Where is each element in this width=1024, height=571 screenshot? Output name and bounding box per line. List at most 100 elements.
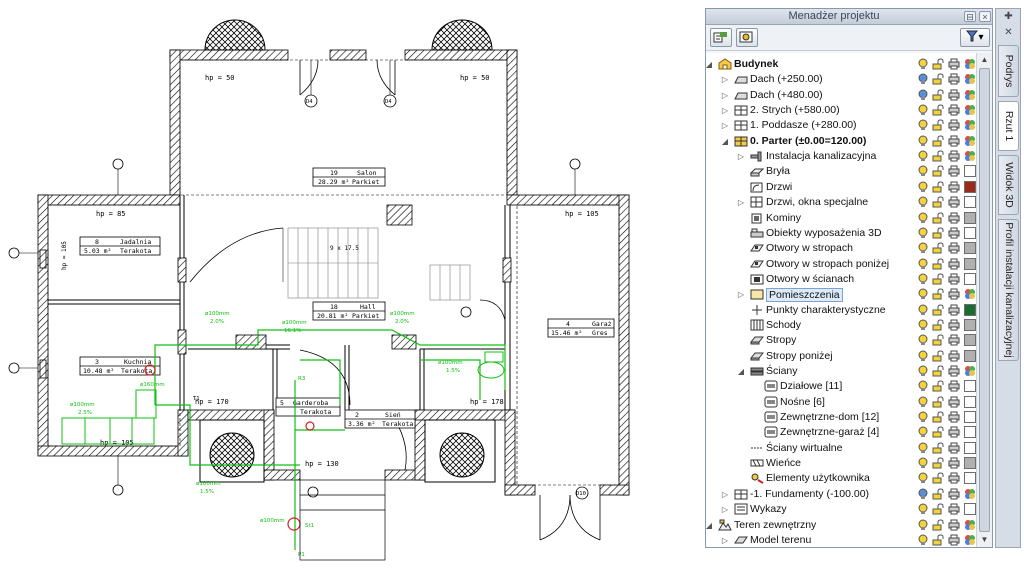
tree-item[interactable]: Zewnętrzne-dom [12]	[706, 410, 976, 425]
visibility-bulb-icon[interactable]	[917, 89, 929, 101]
tab-widok-3d[interactable]: Widok 3D	[998, 155, 1019, 215]
tree-item[interactable]: Bryła	[706, 164, 976, 179]
tree-item[interactable]: Schody	[706, 318, 976, 333]
tab-rzut-1[interactable]: Rzut 1	[998, 101, 1019, 151]
lock-icon[interactable]	[932, 196, 944, 208]
expand-icon[interactable]: ▷	[720, 487, 730, 502]
color-swatch[interactable]	[964, 196, 976, 209]
color-palette-icon[interactable]	[964, 488, 976, 500]
expand-icon[interactable]: ▷	[736, 195, 746, 210]
printer-icon[interactable]	[948, 135, 960, 147]
printer-icon[interactable]	[948, 242, 960, 254]
lock-icon[interactable]	[932, 319, 944, 331]
tree-item[interactable]: Stropy	[706, 333, 976, 348]
pin-icon[interactable]: ✚	[1002, 11, 1015, 23]
printer-icon[interactable]	[948, 519, 960, 531]
color-swatch[interactable]	[964, 349, 976, 362]
visibility-bulb-icon[interactable]	[917, 411, 929, 423]
printer-icon[interactable]	[948, 227, 960, 239]
printer-icon[interactable]	[948, 150, 960, 162]
color-swatch[interactable]	[964, 411, 976, 424]
lock-icon[interactable]	[932, 165, 944, 177]
lock-icon[interactable]	[932, 534, 944, 546]
scroll-down-icon[interactable]: ▼	[977, 533, 992, 547]
close-icon[interactable]: ✕	[1002, 27, 1015, 39]
tree-item[interactable]: Nośne [6]	[706, 395, 976, 410]
visibility-bulb-icon[interactable]	[917, 334, 929, 346]
printer-icon[interactable]	[948, 288, 960, 300]
visibility-bulb-icon[interactable]	[917, 227, 929, 239]
lock-icon[interactable]	[932, 426, 944, 438]
panel-titlebar[interactable]: Menadżer projektu ⊟ ×	[706, 9, 992, 25]
color-palette-icon[interactable]	[964, 119, 976, 131]
color-swatch[interactable]	[964, 334, 976, 347]
visibility-bulb-icon[interactable]	[917, 104, 929, 116]
color-swatch[interactable]	[964, 318, 976, 331]
printer-icon[interactable]	[948, 89, 960, 101]
visibility-bulb-icon[interactable]	[917, 396, 929, 408]
printer-icon[interactable]	[948, 58, 960, 70]
lock-icon[interactable]	[932, 135, 944, 147]
tree-options-button[interactable]	[710, 28, 732, 47]
tree-item[interactable]: ◢ Budynek	[706, 57, 976, 72]
visibility-bulb-icon[interactable]	[917, 165, 929, 177]
tree-scrollbar[interactable]: ▲ ▼	[976, 53, 992, 547]
printer-icon[interactable]	[948, 196, 960, 208]
tree-item[interactable]: ▷ Model terenu	[706, 533, 976, 548]
color-swatch[interactable]	[964, 457, 976, 470]
visibility-bulb-icon[interactable]	[917, 426, 929, 438]
visibility-bulb-icon[interactable]	[917, 73, 929, 85]
visibility-bulb-icon[interactable]	[917, 135, 929, 147]
printer-icon[interactable]	[948, 334, 960, 346]
color-palette-icon[interactable]	[964, 365, 976, 377]
filter-dropdown-button[interactable]: ▾	[960, 28, 990, 47]
expand-icon[interactable]: ▷	[736, 149, 746, 164]
scroll-thumb[interactable]	[979, 68, 990, 532]
printer-icon[interactable]	[948, 457, 960, 469]
expand-icon[interactable]: ▷	[720, 533, 730, 548]
visibility-bulb-icon[interactable]	[917, 196, 929, 208]
visibility-bulb-icon[interactable]	[917, 488, 929, 500]
printer-icon[interactable]	[948, 319, 960, 331]
tree-item[interactable]: ▷ Pomieszczenia	[706, 287, 976, 303]
lock-icon[interactable]	[932, 73, 944, 85]
visibility-bulb-icon[interactable]	[917, 380, 929, 392]
visibility-bulb-icon[interactable]	[917, 365, 929, 377]
tree-item[interactable]: ▷ Dach (+480.00)	[706, 88, 976, 103]
lock-icon[interactable]	[932, 457, 944, 469]
color-palette-icon[interactable]	[964, 288, 976, 300]
color-palette-icon[interactable]	[964, 519, 976, 531]
lock-icon[interactable]	[932, 396, 944, 408]
color-swatch[interactable]	[964, 395, 976, 408]
project-tree[interactable]: ◢ Budynek ▷ Dach (+250.00) ▷ Dach (+480.00) ▷ 2…	[706, 53, 992, 547]
tree-item[interactable]: Stropy poniżej	[706, 349, 976, 364]
lock-icon[interactable]	[932, 58, 944, 70]
printer-icon[interactable]	[948, 304, 960, 316]
visibility-bulb-icon[interactable]	[917, 212, 929, 224]
printer-icon[interactable]	[948, 273, 960, 285]
printer-icon[interactable]	[948, 73, 960, 85]
printer-icon[interactable]	[948, 442, 960, 454]
collapse-icon[interactable]: ◢	[704, 518, 714, 533]
color-palette-icon[interactable]	[964, 58, 976, 70]
expand-icon[interactable]: ▷	[720, 118, 730, 133]
color-palette-icon[interactable]	[964, 534, 976, 546]
printer-icon[interactable]	[948, 119, 960, 131]
visibility-bulb-icon[interactable]	[917, 181, 929, 193]
tree-item[interactable]: ◢ 0. Parter (±0.00=120.00)	[706, 134, 976, 149]
printer-icon[interactable]	[948, 350, 960, 362]
visibility-bulb-icon[interactable]	[917, 304, 929, 316]
tree-item[interactable]: Działowe [11]	[706, 379, 976, 394]
lock-icon[interactable]	[932, 227, 944, 239]
lock-icon[interactable]	[932, 150, 944, 162]
visibility-bulb-icon[interactable]	[917, 519, 929, 531]
tree-item[interactable]: ▷ -1. Fundamenty (-100.00)	[706, 487, 976, 502]
printer-icon[interactable]	[948, 534, 960, 546]
printer-icon[interactable]	[948, 426, 960, 438]
tree-item[interactable]: Obiekty wyposażenia 3D	[706, 226, 976, 241]
expand-icon[interactable]: ▷	[720, 88, 730, 103]
visibility-bulb-icon[interactable]	[917, 503, 929, 515]
printer-icon[interactable]	[948, 181, 960, 193]
color-swatch[interactable]	[964, 303, 976, 316]
lock-icon[interactable]	[932, 334, 944, 346]
